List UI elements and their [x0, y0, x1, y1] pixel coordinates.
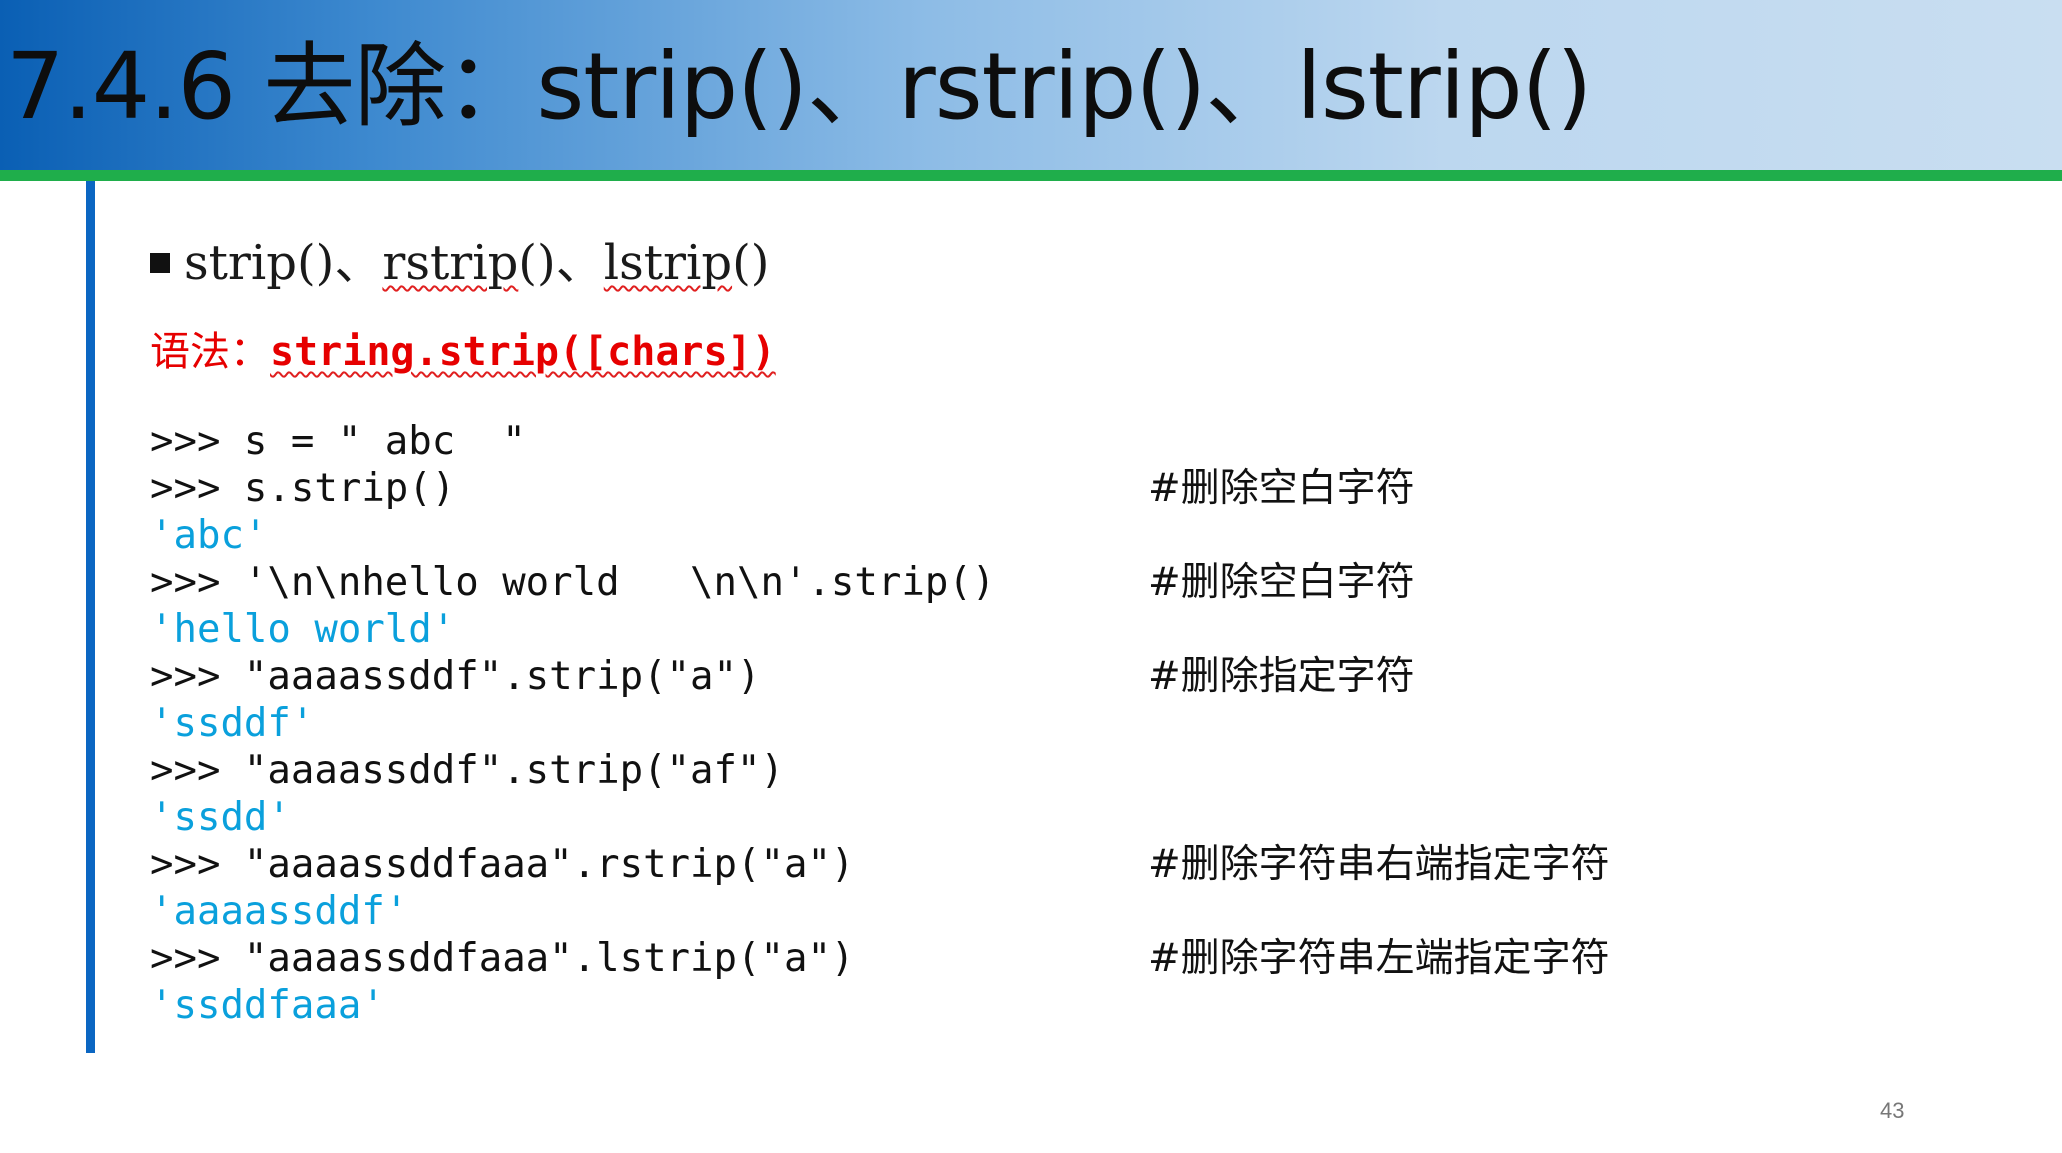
code-output-line: 'aaaassddf' — [150, 888, 995, 935]
code-example-block: >>> s = " abc " >>> s.strip() #删除空白字符 'abc'… — [150, 418, 1610, 1029]
command-text: >>> s = " abc " — [150, 419, 526, 464]
code-comment: #删除空白字符 — [1148, 466, 1415, 511]
syntax-code: string.strip([chars]) — [270, 329, 776, 375]
bullet-text-rstrip: rstrip — [382, 235, 519, 291]
code-comment: #删除指定字符 — [1148, 654, 1415, 699]
header-divider — [0, 170, 2062, 181]
code-command-line: >>> s = " abc " — [150, 418, 995, 465]
command-text: >>> "aaaassddfaaa".lstrip("a") — [150, 936, 855, 981]
page-number: 43 — [1880, 1098, 1905, 1123]
output-text: 'hello world' — [150, 607, 456, 652]
command-text: >>> "aaaassddf".strip("a") — [150, 654, 761, 699]
code-command-line: >>> "aaaassddfaaa".rstrip("a") #删除字符串右端指定… — [150, 841, 1610, 888]
syntax-label: 语法： — [150, 329, 270, 375]
code-output-line: 'ssddfaaa' — [150, 982, 995, 1029]
output-text: 'abc' — [150, 513, 268, 558]
command-text: >>> '\n\nhello world \n\n'.strip() — [150, 560, 996, 605]
code-output-line: 'ssdd' — [150, 794, 995, 841]
slide-title: 7.4.6 去除：strip()、rstrip()、lstrip() — [6, 33, 1592, 140]
code-command-line: >>> s.strip() #删除空白字符 — [150, 465, 1415, 512]
code-comment: #删除字符串右端指定字符 — [1148, 842, 1610, 887]
code-command-line: >>> '\n\nhello world \n\n'.strip() #删除空白字… — [150, 559, 1415, 606]
output-text: 'ssdd' — [150, 795, 291, 840]
command-text: >>> "aaaassddf".strip("af") — [150, 748, 784, 793]
code-output-line: 'hello world' — [150, 606, 995, 653]
bullet-text-strip: strip()、 — [184, 235, 383, 291]
command-text: >>> "aaaassddfaaa".rstrip("a") — [150, 842, 855, 887]
code-command-line: >>> "aaaassddfaaa".lstrip("a") #删除字符串左端指定… — [150, 935, 1610, 982]
code-command-line: >>> "aaaassddf".strip("a") #删除指定字符 — [150, 653, 1415, 700]
code-command-line: >>> "aaaassddf".strip("af") — [150, 747, 995, 794]
command-text: >>> s.strip() — [150, 466, 456, 511]
bullet-methods: strip()、rstrip()、lstrip() — [150, 228, 770, 298]
syntax-line: 语法：string.strip([chars]) — [150, 324, 776, 380]
code-comment: #删除字符串左端指定字符 — [1148, 936, 1610, 981]
output-text: 'aaaassddf' — [150, 889, 409, 934]
code-output-line: 'abc' — [150, 512, 995, 559]
code-output-line: 'ssddf' — [150, 700, 995, 747]
output-text: 'ssddfaaa' — [150, 983, 385, 1028]
bullet-text-end: () — [732, 235, 770, 291]
content-left-bar — [86, 181, 95, 1053]
square-bullet-icon — [150, 253, 170, 273]
bullet-text-sep: ()、 — [518, 235, 604, 291]
bullet-text-lstrip: lstrip — [603, 235, 733, 291]
code-comment: #删除空白字符 — [1148, 560, 1415, 605]
slide-header: 7.4.6 去除：strip()、rstrip()、lstrip() — [0, 0, 2062, 170]
output-text: 'ssddf' — [150, 701, 315, 746]
